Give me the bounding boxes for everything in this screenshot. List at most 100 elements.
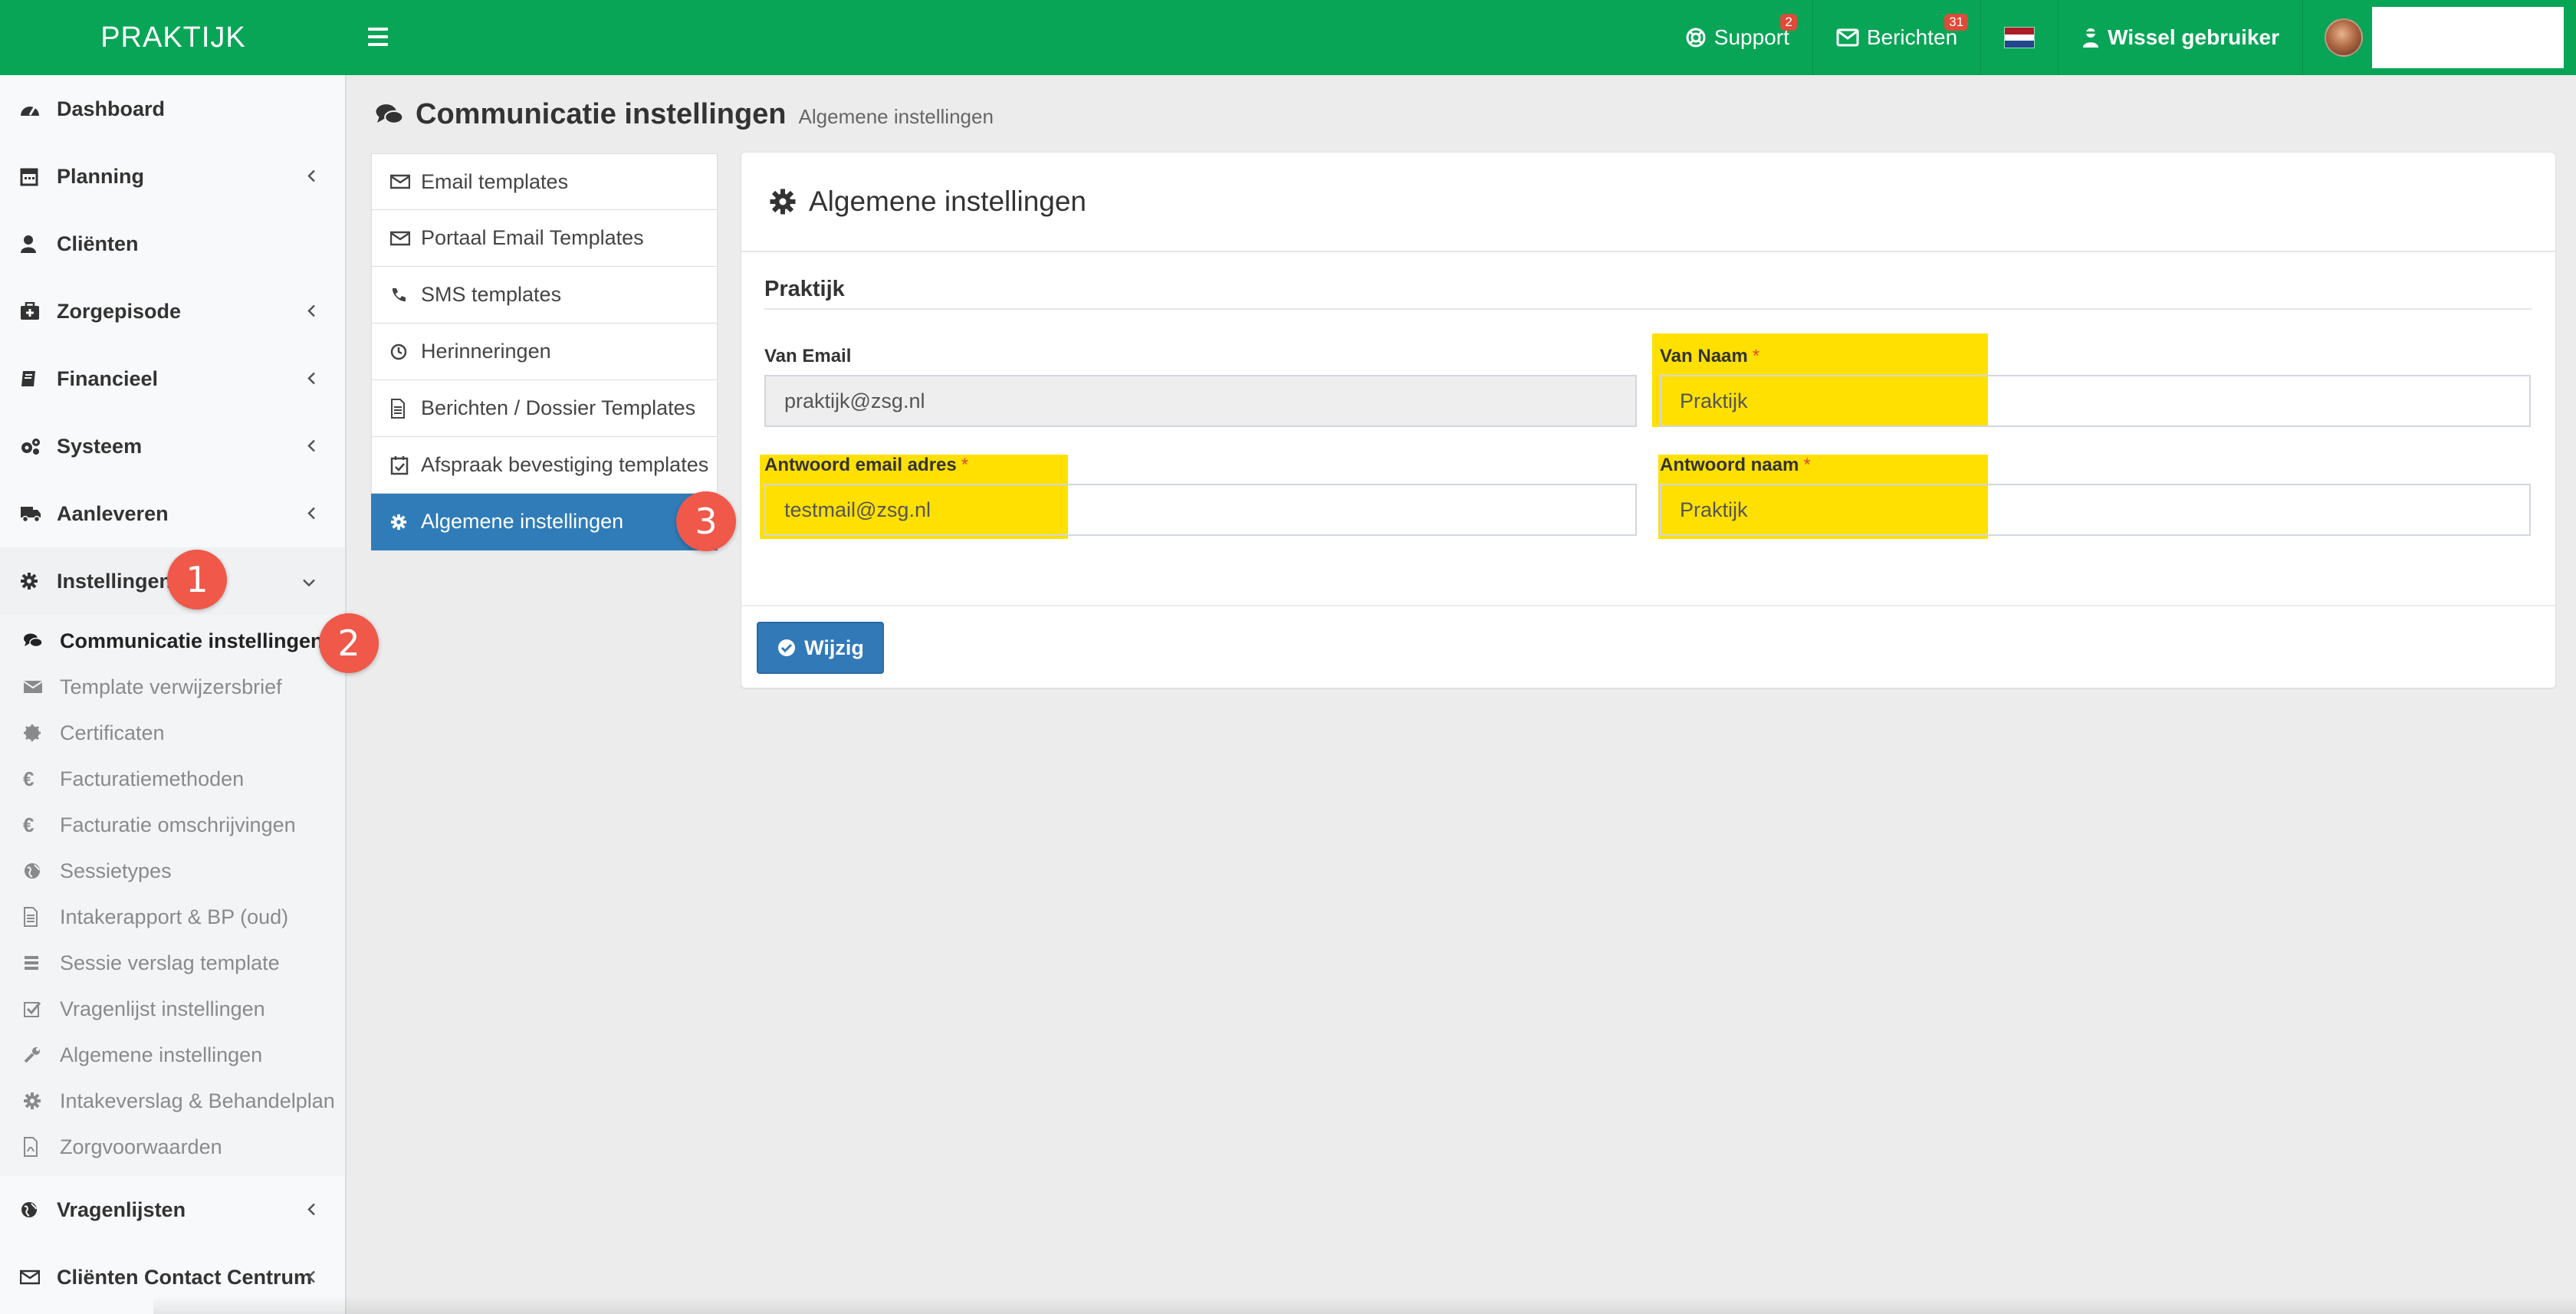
- globe-icon: [23, 862, 46, 880]
- tab-sms-templates[interactable]: SMS templates: [371, 267, 718, 324]
- messages-link[interactable]: Berichten 31: [1812, 0, 1980, 75]
- tab-portaal-email-templates[interactable]: Portaal Email Templates: [371, 210, 718, 267]
- envelope-icon: [390, 174, 412, 189]
- settings-panel: Algemene instellingen Praktijk Van Email…: [741, 152, 2556, 688]
- settings-tab-nav: Email templates Portaal Email Templates …: [371, 153, 718, 550]
- tab-afspraak-bevestiging-templates[interactable]: Afspraak bevestiging templates: [371, 437, 718, 494]
- van-naam-field[interactable]: Praktijk: [1660, 375, 2531, 427]
- gear-icon: [23, 1092, 46, 1110]
- submenu-item-label: Zorgvoorwaarden: [60, 1135, 222, 1158]
- lifebuoy-icon: [1685, 27, 1707, 48]
- submenu-item-zorgvoorwaarden[interactable]: Zorgvoorwaarden: [0, 1124, 345, 1170]
- sidebar-item-label: Cliënten: [57, 232, 139, 255]
- chevron-left-icon: [307, 1198, 316, 1222]
- tab-algemene-instellingen[interactable]: Algemene instellingen: [371, 494, 718, 550]
- user-secret-icon: [2082, 27, 2100, 48]
- sidebar-item-dashboard[interactable]: Dashboard: [0, 75, 345, 143]
- submenu-item-label: Sessie verslag template: [60, 951, 280, 974]
- user-name-box: [2372, 7, 2564, 68]
- antwoord-email-field[interactable]: testmail@zsg.nl: [764, 484, 1637, 536]
- panel-title: Algemene instellingen: [809, 186, 1087, 217]
- submenu-item-sessietypes[interactable]: Sessietypes: [0, 848, 345, 894]
- gear-icon: [390, 514, 412, 531]
- sidebar-item-systeem[interactable]: Systeem: [0, 412, 345, 480]
- submenu-item-template-verwijzersbrief[interactable]: Template verwijzersbrief: [0, 664, 345, 710]
- submenu-item-label: Facturatiemethoden: [60, 767, 245, 790]
- calendar-icon: [20, 166, 43, 186]
- antwoord-naam-field[interactable]: Praktijk: [1660, 484, 2531, 536]
- submenu-item-facturatiemethoden[interactable]: € Facturatiemethoden: [0, 756, 345, 802]
- content-header: Communicatie instellingen Algemene inste…: [374, 98, 994, 131]
- envelope-icon: [1836, 28, 1859, 47]
- sidebar-toggle-icon[interactable]: [368, 24, 388, 50]
- calendar-check-icon: [390, 455, 412, 475]
- app-logo[interactable]: PRAKTIJK: [0, 0, 347, 75]
- wrench-icon: [23, 1046, 46, 1064]
- comments-icon: [374, 103, 405, 127]
- submenu-item-sessie-verslag[interactable]: Sessie verslag template: [0, 940, 345, 986]
- sidebar-item-zorgepisode[interactable]: Zorgepisode: [0, 278, 345, 345]
- pdf-icon: [23, 1137, 46, 1157]
- tab-label: Portaal Email Templates: [421, 226, 644, 249]
- sidebar-item-label: Aanleveren: [57, 501, 169, 525]
- sidebar-item-planning[interactable]: Planning: [0, 143, 345, 210]
- messages-badge: 31: [1944, 14, 1969, 31]
- tab-herinneringen[interactable]: Herinneringen: [371, 324, 718, 380]
- chevron-left-icon: [307, 502, 316, 526]
- envelope-icon: [390, 231, 412, 246]
- van-email-field: praktijk@zsg.nl: [764, 375, 1637, 427]
- submenu-item-label: Certificaten: [60, 721, 165, 744]
- support-link[interactable]: Support 2: [1662, 0, 1812, 75]
- top-navbar: PRAKTIJK Support 2 Berichten 31 Wissel g…: [0, 0, 2576, 75]
- gear-icon: [20, 572, 43, 590]
- sidebar-item-clienten[interactable]: Cliënten: [0, 210, 345, 278]
- list-icon: [23, 954, 46, 971]
- truck-icon: [20, 505, 43, 522]
- chevron-left-icon: [307, 165, 316, 189]
- submenu-item-facturatie-omschrijvingen[interactable]: € Facturatie omschrijvingen: [0, 802, 345, 848]
- euro-icon: €: [23, 767, 34, 790]
- sidebar-item-label: Instellingen: [57, 569, 172, 593]
- sidebar-item-financieel[interactable]: Financieel: [0, 345, 345, 412]
- step-marker-3: 3: [676, 491, 736, 551]
- avatar: [2325, 18, 2363, 57]
- support-badge: 2: [1780, 14, 1797, 31]
- language-flag[interactable]: [1980, 0, 2058, 75]
- globe-icon: [20, 1201, 43, 1219]
- section-title: Praktijk: [764, 277, 2532, 310]
- switch-user-link[interactable]: Wissel gebruiker: [2058, 0, 2302, 75]
- submenu-item-label: Communicatie instellingen: [60, 629, 324, 652]
- submenu-item-label: Vragenlijst instellingen: [60, 997, 265, 1020]
- van-naam-label: Van Naam *: [1660, 346, 1760, 366]
- check-circle-icon: [777, 638, 797, 658]
- gear-icon: [769, 188, 797, 215]
- step-marker-2: 2: [319, 613, 379, 673]
- switch-user-label: Wissel gebruiker: [2108, 25, 2279, 49]
- submenu-item-intakeverslag[interactable]: Intakeverslag & Behandelplan: [0, 1078, 345, 1124]
- sidebar-item-aanleveren[interactable]: Aanleveren: [0, 480, 345, 547]
- submenu-item-label: Sessietypes: [60, 859, 172, 882]
- euro-icon: €: [23, 813, 34, 836]
- cogs-icon: [20, 437, 43, 455]
- user-menu[interactable]: [2302, 0, 2576, 75]
- medkit-icon: [20, 302, 43, 320]
- submenu-item-vragenlijst-instellingen[interactable]: Vragenlijst instellingen: [0, 986, 345, 1032]
- submenu-item-intakerapport[interactable]: Intakerapport & BP (oud): [0, 894, 345, 940]
- sidebar-item-vragenlijsten[interactable]: Vragenlijsten: [0, 1176, 345, 1243]
- submenu-item-label: Intakeverslag & Behandelplan: [60, 1089, 335, 1112]
- wijzig-button[interactable]: Wijzig: [757, 622, 884, 674]
- tab-label: Algemene instellingen: [421, 510, 624, 533]
- step-marker-1: 1: [167, 550, 227, 609]
- tab-email-templates[interactable]: Email templates: [371, 153, 718, 210]
- flag-nl-icon: [2004, 27, 2036, 48]
- panel-footer-divider: [741, 605, 2555, 606]
- sidebar-item-label: Dashboard: [57, 97, 166, 120]
- page-subtitle: Algemene instellingen: [798, 105, 994, 128]
- submenu-item-certificaten[interactable]: Certificaten: [0, 710, 345, 756]
- submenu-item-algemene-instellingen[interactable]: Algemene instellingen: [0, 1032, 345, 1078]
- chevron-left-icon: [307, 435, 316, 458]
- submenu-item-label: Algemene instellingen: [60, 1043, 263, 1066]
- comments-icon: [23, 632, 46, 649]
- submenu-item-communicatie[interactable]: Communicatie instellingen: [0, 618, 345, 664]
- tab-berichten-dossier-templates[interactable]: Berichten / Dossier Templates: [371, 380, 718, 437]
